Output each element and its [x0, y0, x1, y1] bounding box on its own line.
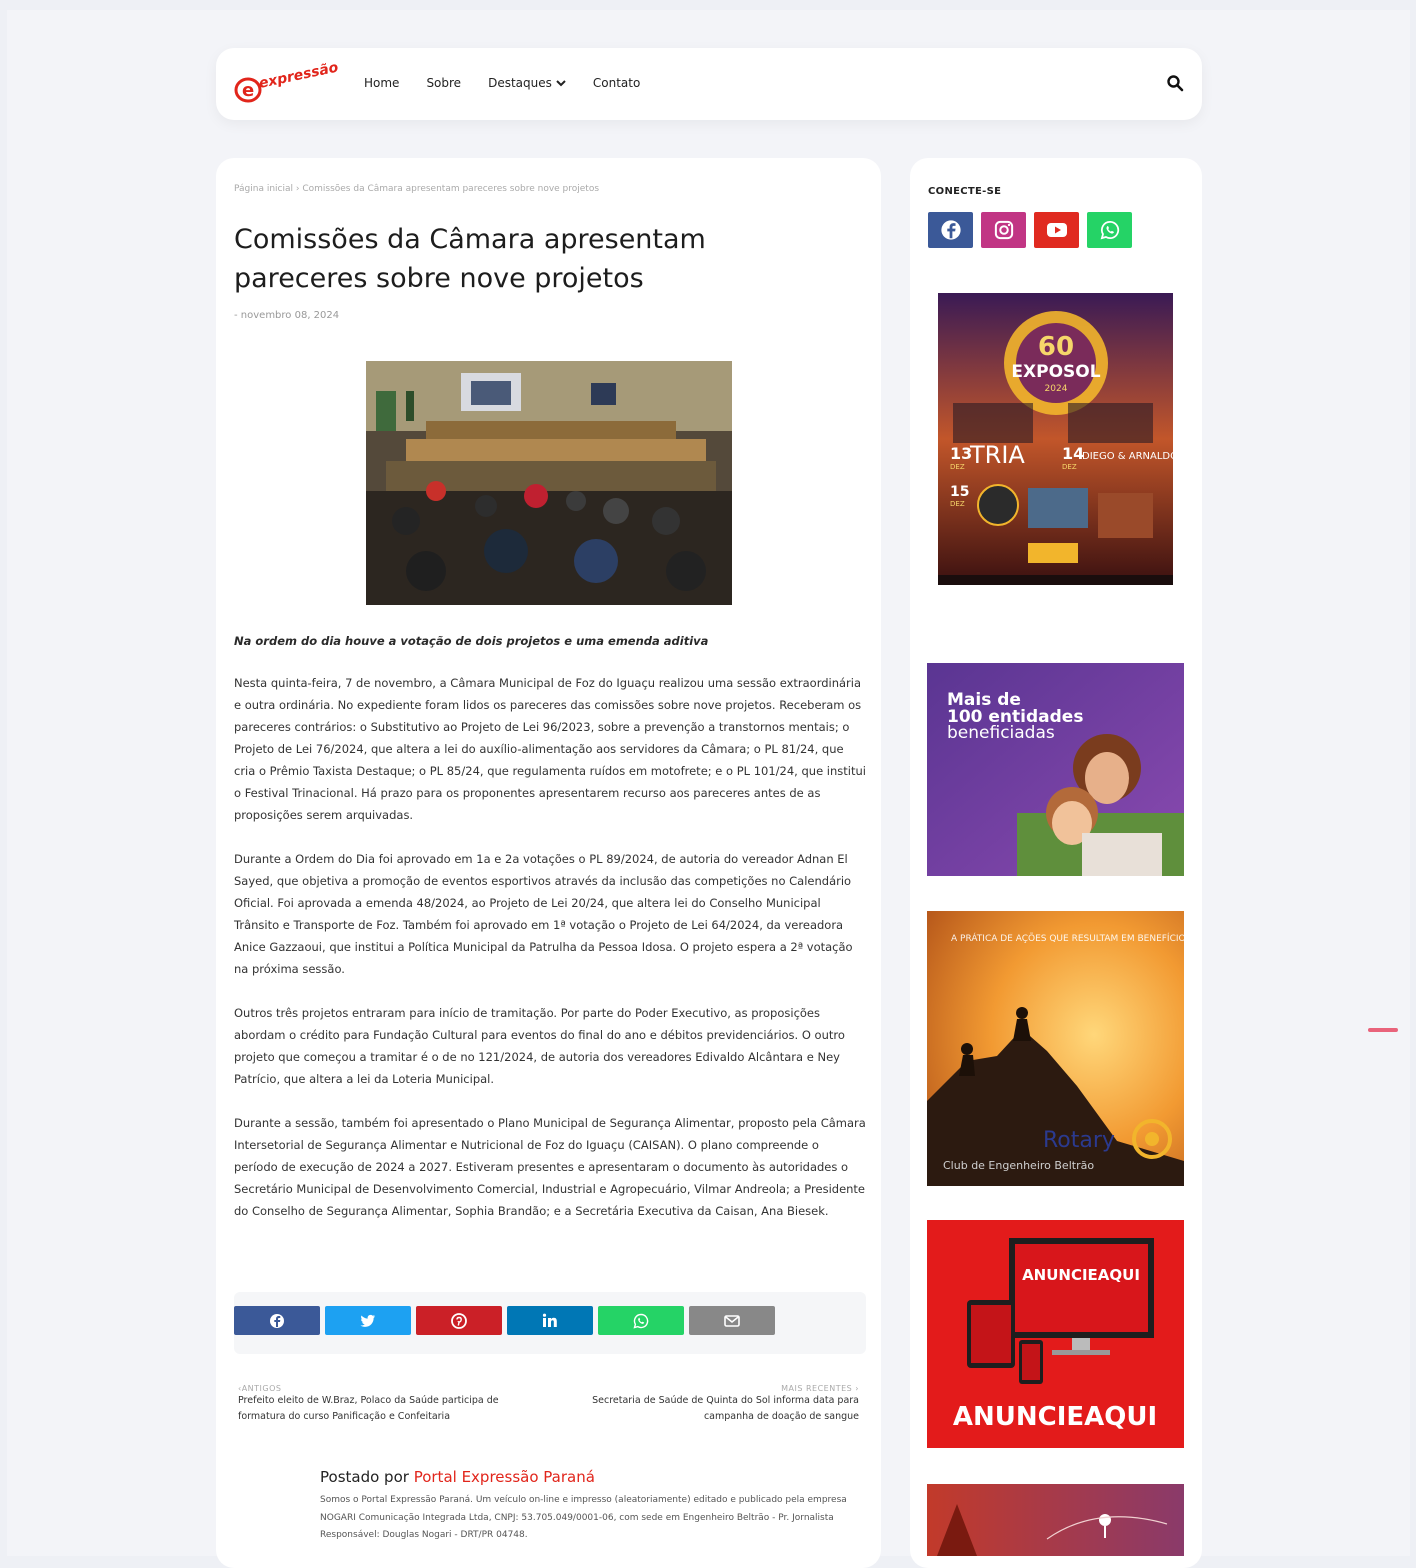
newer-label: MAIS RECENTES ›	[781, 1384, 859, 1393]
share-linkedin-button[interactable]	[507, 1306, 593, 1335]
social-whatsapp-button[interactable]	[1087, 212, 1132, 248]
svg-text:ANUNCIEAQUI: ANUNCIEAQUI	[1022, 1266, 1140, 1284]
post-paragraph: Nesta quinta-feira, 7 de novembro, a Câm…	[234, 676, 866, 822]
svg-text:60: 60	[1038, 332, 1074, 362]
older-post-link[interactable]: ‹ANTIGOS Prefeito eleito de W.Braz, Pola…	[238, 1384, 538, 1425]
svg-text:DIEGO & ARNALDO: DIEGO & ARNALDO	[1082, 451, 1173, 462]
facebook-icon	[940, 220, 961, 240]
facebook-icon	[270, 1313, 284, 1328]
instagram-icon	[994, 220, 1013, 240]
ad-anuncie-aqui[interactable]: ANUNCIEAQUI ANUNCIEAQUI	[927, 1220, 1184, 1448]
post-body: Na ordem do dia houve a votação de dois …	[234, 634, 866, 1244]
author-box: Postado por Portal Expressão Paraná Somo…	[320, 1468, 865, 1545]
email-icon	[724, 1314, 740, 1327]
logo-text: expressão	[258, 62, 338, 92]
svg-text:beneficiadas: beneficiadas	[947, 723, 1055, 743]
ad-exposol[interactable]: 60 EXPOSOL 2024 13 DEZ TRIA 14 DEZ DIEGO…	[938, 293, 1173, 585]
nav-destaques[interactable]: Destaques	[488, 76, 566, 90]
older-label: ‹ANTIGOS	[238, 1384, 282, 1393]
hero-image	[366, 361, 732, 605]
twitter-icon	[360, 1314, 375, 1327]
sidebar: CONECTE-SE 60 EXPOSOL 2024 13 DEZ TRIA 1…	[910, 158, 1202, 1568]
social-instagram-button[interactable]	[981, 212, 1026, 248]
svg-text:EXPOSOL: EXPOSOL	[1011, 362, 1100, 382]
social-youtube-button[interactable]	[1034, 212, 1079, 248]
svg-text:Rotary: Rotary	[1043, 1128, 1115, 1153]
svg-text:Club de Engenheiro Beltrão: Club de Engenheiro Beltrão	[943, 1159, 1094, 1172]
post-paragraph: Durante a sessão, também foi apresentado…	[234, 1116, 866, 1218]
chevron-down-icon	[556, 80, 566, 87]
share-whatsapp-button[interactable]	[598, 1306, 684, 1335]
author-heading: Postado por Portal Expressão Paraná	[320, 1468, 865, 1486]
author-name[interactable]: Portal Expressão Paraná	[414, 1468, 595, 1486]
main-nav: Home Sobre Destaques Contato	[364, 76, 667, 90]
share-pinterest-button[interactable]	[416, 1306, 502, 1335]
nav-destaques-label: Destaques	[488, 76, 552, 90]
newer-post-title[interactable]: Secretaria de Saúde de Quinta do Sol inf…	[576, 1393, 859, 1425]
svg-text:e: e	[242, 80, 254, 101]
post-subtitle: Na ordem do dia houve a votação de dois …	[234, 634, 709, 648]
youtube-icon	[1046, 223, 1067, 237]
chevron-right-icon: ›	[852, 1384, 859, 1393]
svg-text:15: 15	[950, 484, 969, 500]
ad-entidades[interactable]: Mais de 100 entidades beneficiadas	[927, 663, 1184, 876]
ad-rotary[interactable]: A PRÁTICA DE AÇÕES QUE RESULTAM EM BENEF…	[927, 911, 1184, 1186]
svg-text:A PRÁTICA DE AÇÕES QUE RESULTA: A PRÁTICA DE AÇÕES QUE RESULTAM EM BENEF…	[951, 932, 1184, 944]
nav-home[interactable]: Home	[364, 76, 399, 90]
svg-text:ANUNCIEAQUI: ANUNCIEAQUI	[953, 1402, 1157, 1432]
newer-post-link[interactable]: MAIS RECENTES › Secretaria de Saúde de Q…	[576, 1384, 859, 1425]
linkedin-icon	[542, 1313, 557, 1327]
connect-title: CONECTE-SE	[928, 186, 1002, 197]
post-paragraph: Durante a Ordem do Dia foi aprovado em 1…	[234, 852, 853, 976]
social-links	[928, 212, 1132, 248]
scroll-indicator[interactable]	[1368, 1028, 1398, 1032]
post-title: Comissões da Câmara apresentam pareceres…	[234, 224, 706, 294]
share-facebook-button[interactable]	[234, 1306, 320, 1335]
nav-contato[interactable]: Contato	[593, 76, 640, 90]
post-date: - novembro 08, 2024	[234, 310, 340, 321]
svg-text:13: 13	[950, 444, 972, 463]
svg-text:14: 14	[1062, 444, 1084, 463]
whatsapp-icon	[1100, 220, 1119, 240]
svg-text:TRIA: TRIA	[969, 441, 1025, 469]
breadcrumb[interactable]: Página inicial › Comissões da Câmara apr…	[234, 184, 599, 194]
share-twitter-button[interactable]	[325, 1306, 411, 1335]
nav-sobre[interactable]: Sobre	[426, 76, 461, 90]
svg-text:DEZ: DEZ	[950, 500, 965, 508]
site-logo[interactable]: e expressão	[234, 62, 338, 106]
author-prefix: Postado por	[320, 1468, 409, 1486]
post-card: Página inicial › Comissões da Câmara apr…	[216, 158, 881, 1568]
share-bar	[234, 1292, 866, 1354]
social-facebook-button[interactable]	[928, 212, 973, 248]
search-icon[interactable]	[1166, 74, 1184, 92]
svg-text:2024: 2024	[1045, 384, 1068, 394]
site-header: e expressão Home Sobre Destaques Contato	[216, 48, 1202, 120]
svg-text:DEZ: DEZ	[1062, 463, 1077, 471]
pinterest-icon	[451, 1312, 467, 1329]
svg-text:DEZ: DEZ	[950, 463, 965, 471]
author-bio: Somos o Portal Expressão Paraná. Um veíc…	[320, 1495, 847, 1540]
older-post-title[interactable]: Prefeito eleito de W.Braz, Polaco da Saú…	[238, 1393, 538, 1425]
whatsapp-icon	[633, 1313, 649, 1329]
share-email-button[interactable]	[689, 1306, 775, 1335]
ad-partial[interactable]	[927, 1484, 1184, 1556]
post-paragraph: Outros três projetos entraram para iníci…	[234, 1006, 845, 1086]
